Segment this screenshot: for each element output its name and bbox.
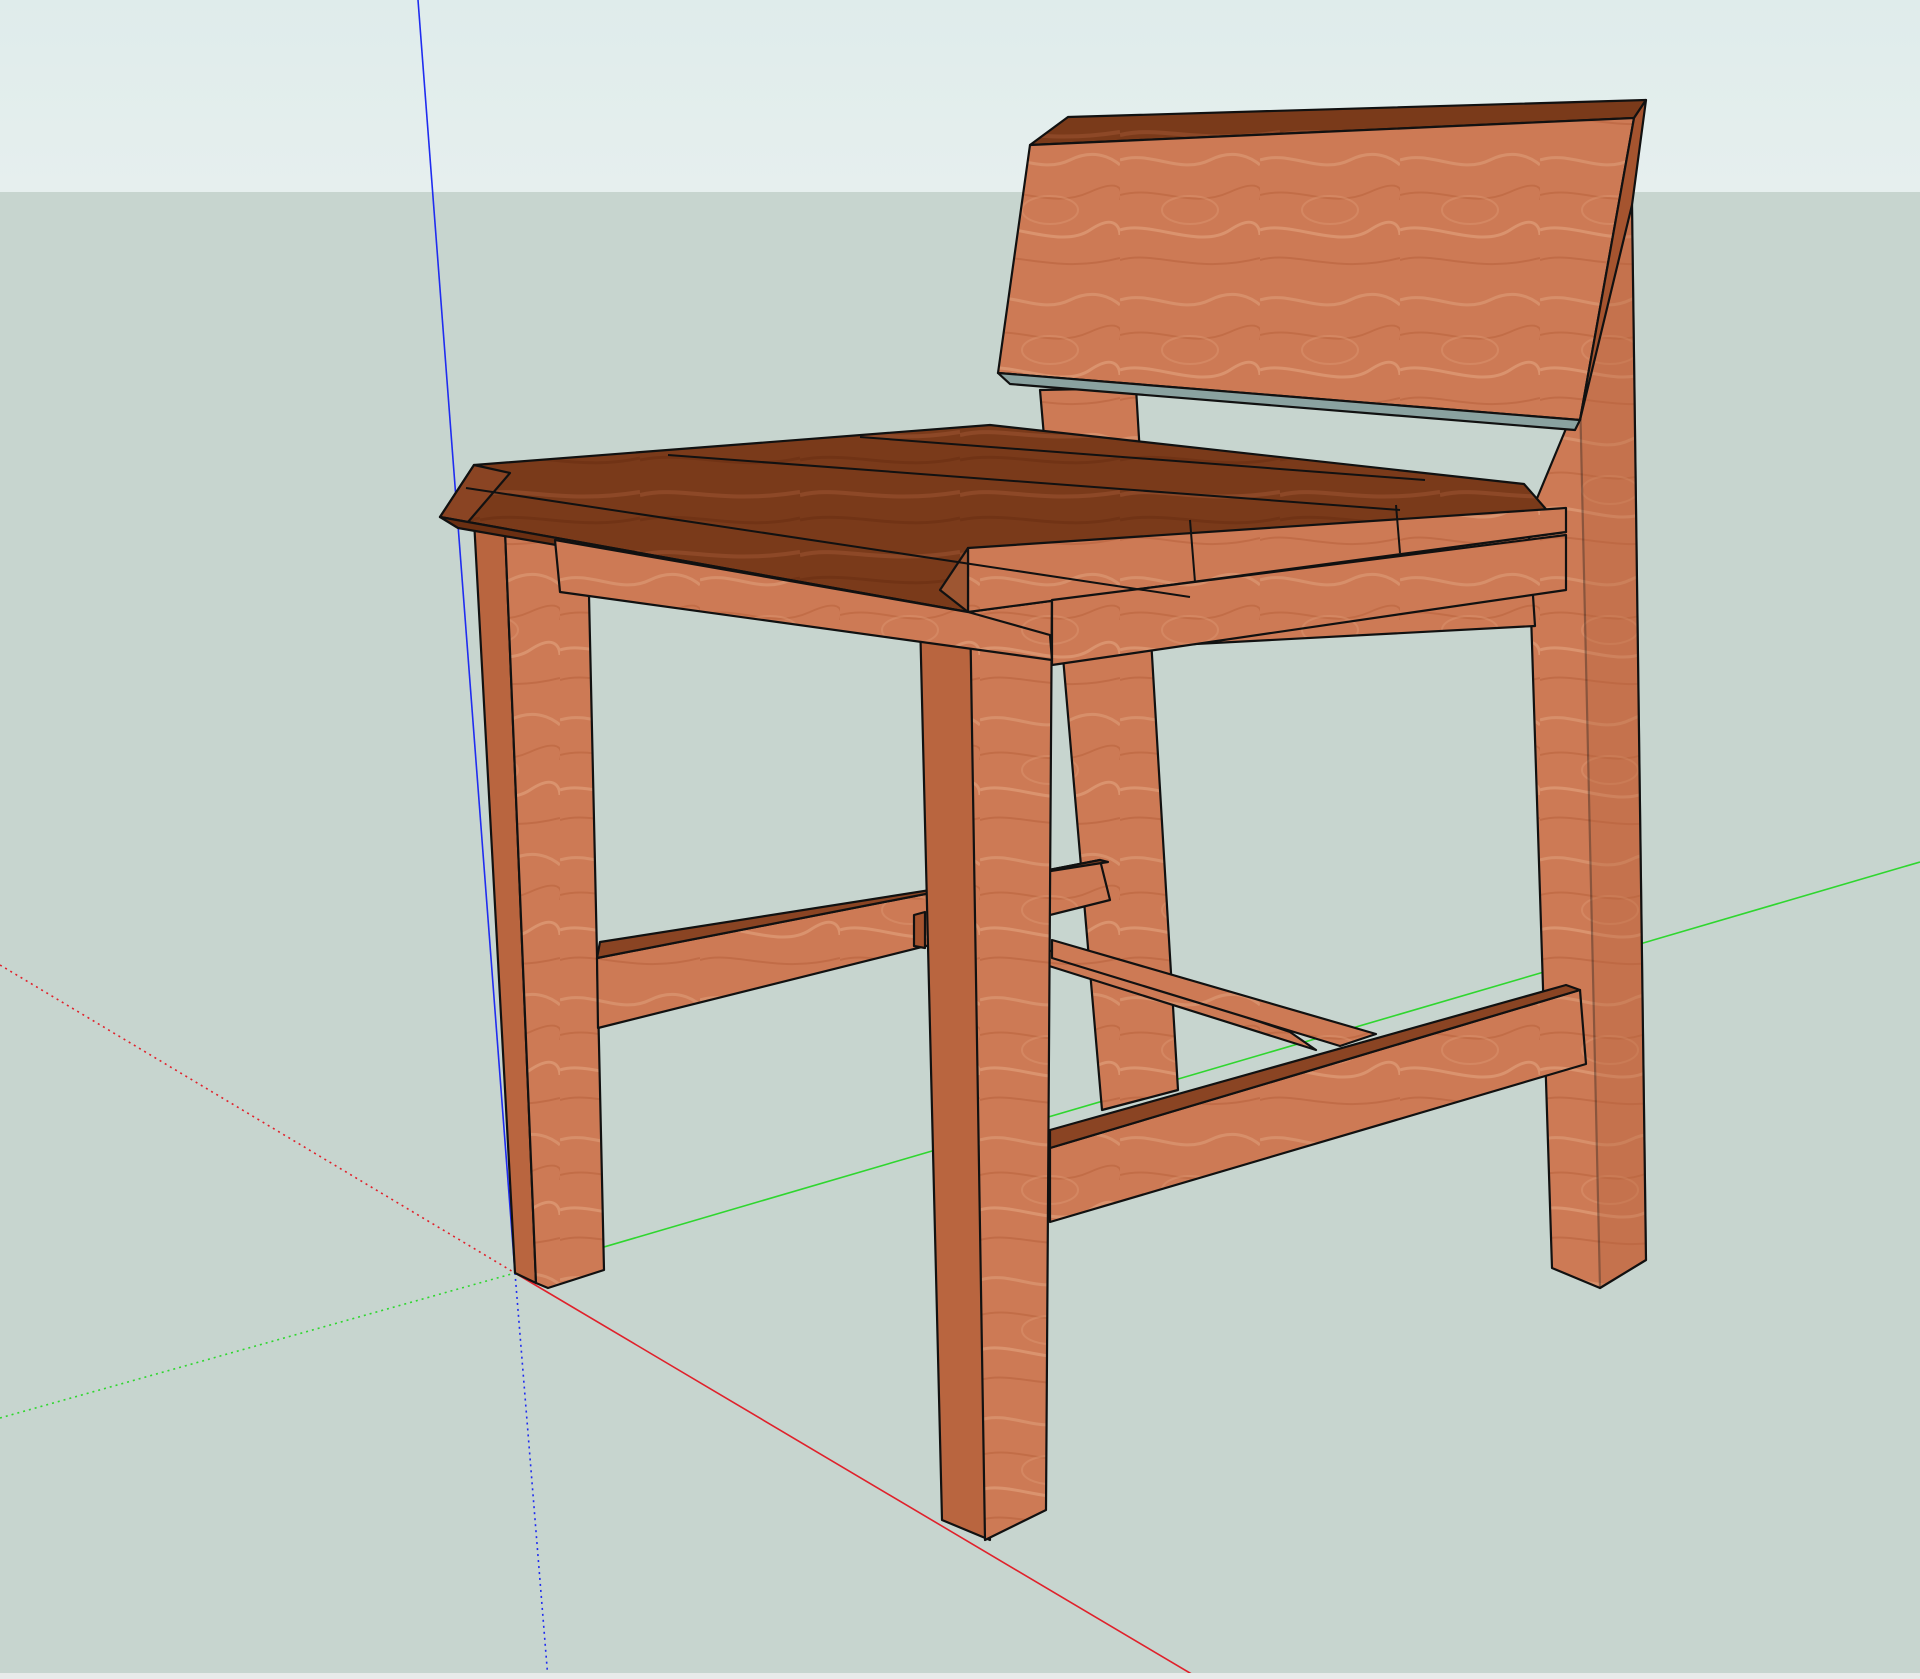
sketchup-viewport[interactable] [0, 0, 1920, 1679]
model-scene[interactable] [0, 0, 1920, 1679]
stretcher-joint-block [912, 910, 927, 950]
backrest-front [996, 116, 1636, 422]
front-right-leg [968, 586, 1054, 1542]
status-strip [0, 1673, 1920, 1679]
